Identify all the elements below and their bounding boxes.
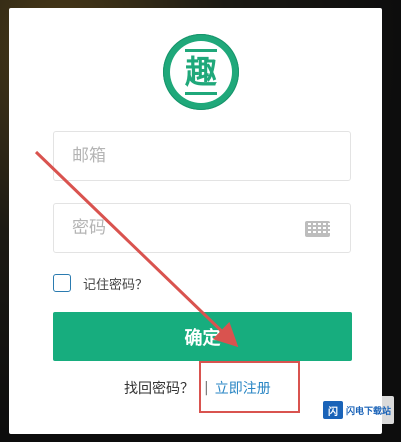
site-watermark: 闪 闪电下载站 [320,396,395,424]
remember-password-label: 记住密码？ [83,277,149,293]
confirm-button[interactable]: 确定 [53,312,352,361]
link-separator: | [204,380,209,396]
forgot-password-link[interactable]: 找回密码？ [124,378,194,398]
password-input[interactable] [54,204,292,252]
watermark-text: 闪电下载站 [346,406,392,417]
remember-password-row: 记住密码？ [53,273,148,293]
logo-glyph: 趣 [184,53,217,91]
watermark-logo: 闪 [323,401,343,419]
register-link[interactable]: 立即注册 [215,378,271,398]
email-field-container [53,131,351,181]
email-input[interactable] [54,132,292,180]
password-field-container [53,203,351,253]
keyboard-icon[interactable] [305,221,331,237]
auth-links: 找回密码？ | 立即注册 [124,377,271,399]
app-logo: 趣 [163,34,239,110]
remember-password-checkbox[interactable] [53,274,71,292]
